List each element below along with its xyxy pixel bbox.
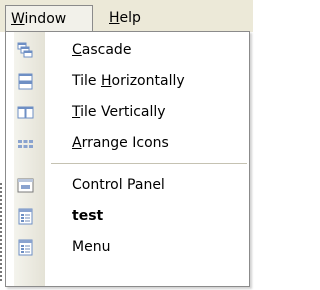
menu-item-menu[interactable]: Menu <box>6 232 249 263</box>
menu-window-label-post: indow <box>24 11 67 27</box>
menu-item-label: Control Panel <box>72 170 165 201</box>
menu-item-label-post: rrange Icons <box>81 135 169 151</box>
tile-horizontally-icon <box>18 73 33 90</box>
menu-item-test[interactable]: test <box>6 201 249 232</box>
menu-item-label: Tile Vertically <box>72 97 166 128</box>
menu-item-label-post: orizontally <box>111 73 185 89</box>
menu-separator <box>51 163 247 164</box>
menu-item-label: Tile Horizontally <box>72 66 185 97</box>
menu-item-cascade[interactable]: Cascade <box>6 35 249 66</box>
menu-item-label-hotkey: C <box>72 42 82 58</box>
menu-bar: Window Help <box>0 0 253 32</box>
menu-item-label-pre: Menu <box>72 239 111 255</box>
menu-item-label-post: ascade <box>81 42 132 58</box>
menu-item-label-hotkey: H <box>100 73 112 89</box>
menu-item-tile-horizontally[interactable]: Tile Horizontally <box>6 66 249 97</box>
menu-window[interactable]: Window <box>5 5 93 31</box>
menu-help-label-post: elp <box>119 10 141 26</box>
window-menu-dropdown: Cascade Tile Horizontally Tile Verticall… <box>5 31 250 287</box>
menu-item-label-post: ile Vertically <box>80 104 166 120</box>
application-window: Window Help Cascade Tile Horizontally Ti… <box>0 0 253 290</box>
window-edge <box>0 183 3 283</box>
cascade-icon <box>17 42 33 58</box>
control-panel-icon <box>17 178 34 193</box>
tile-vertically-icon <box>17 106 34 119</box>
menu-item-tile-vertically[interactable]: Tile Vertically <box>6 97 249 128</box>
menu-window-label-hotkey: W <box>11 11 25 27</box>
menu-item-label: Cascade <box>72 35 131 66</box>
menu-help-label-hotkey: H <box>109 10 120 26</box>
menu-item-label: Menu <box>72 232 110 263</box>
menu-item-arrange-icons[interactable]: Arrange Icons <box>6 128 249 159</box>
window-doc-icon <box>18 208 33 225</box>
menu-item-label: test <box>72 201 103 232</box>
arrange-icons-icon <box>18 140 33 148</box>
menu-help[interactable]: Help <box>107 7 141 29</box>
menu-item-label-pre: test <box>72 208 104 224</box>
menu-item-label-pre: Tile <box>72 73 101 89</box>
menu-item-label-hotkey: A <box>72 135 82 151</box>
menu-item-label: Arrange Icons <box>72 128 169 159</box>
window-doc-icon <box>18 239 33 256</box>
menu-item-control-panel[interactable]: Control Panel <box>6 170 249 201</box>
menu-item-label-hotkey: T <box>72 104 81 120</box>
menu-item-label-pre: Control Panel <box>72 177 165 193</box>
